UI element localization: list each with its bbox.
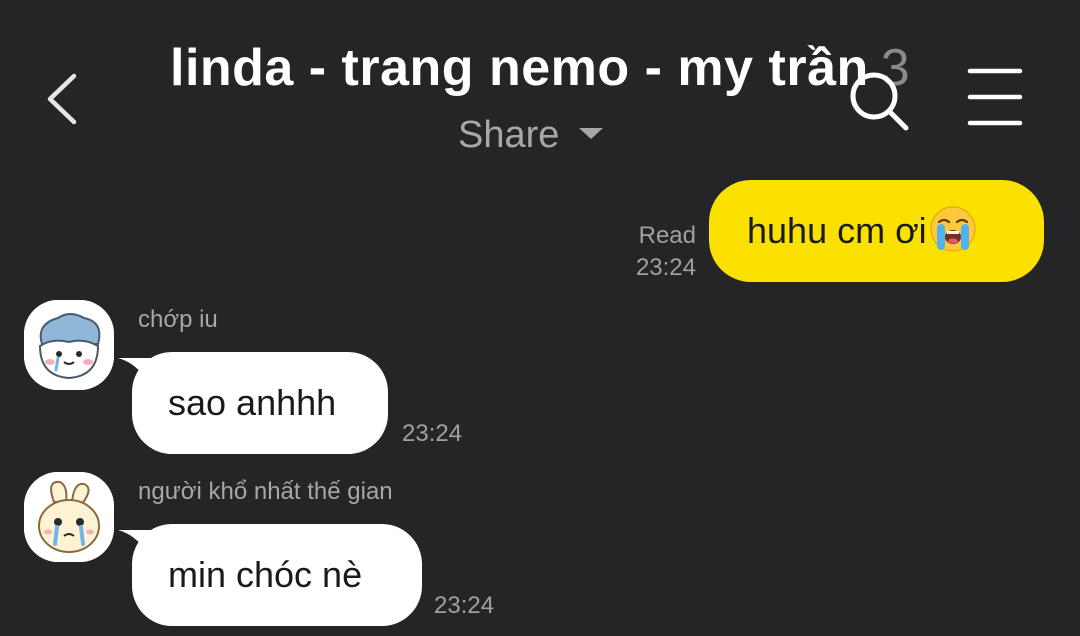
chat-screen: linda - trang nemo - my trần 3 Share Read… [0, 0, 1080, 636]
outgoing-message-bubble[interactable]: huhu cm ơi [709, 180, 1044, 282]
chat-title: linda - trang nemo - my trần 3 [170, 38, 910, 98]
search-icon [850, 72, 909, 131]
avatar-nguoi-kho-nhat-the-gian[interactable] [24, 472, 114, 562]
search-button[interactable] [846, 68, 912, 134]
message-text: huhu cm ơi [747, 210, 927, 251]
share-label: Share [458, 114, 560, 156]
cartoon-avatar-icon [24, 472, 114, 562]
message-time: 23:24 [434, 592, 495, 619]
sender-name: người khổ nhất thế gian [138, 478, 393, 505]
incoming-message-bubble[interactable]: min chóc nè [118, 524, 422, 626]
cartoon-avatar-icon [24, 300, 114, 390]
bubble-tail [118, 530, 158, 560]
message-time: 23:24 [635, 254, 696, 281]
read-status: Read [638, 222, 696, 249]
sender-name: chớp iu [138, 306, 218, 333]
menu-button[interactable] [966, 66, 1024, 128]
bubble-tail [118, 358, 158, 388]
message-text: min chóc nè [168, 554, 363, 595]
outgoing-message-meta: Read 23:24 [636, 220, 696, 284]
chat-title-text: linda - trang nemo - my trần [170, 39, 869, 97]
message-text: sao anhhh [168, 382, 337, 423]
avatar-chop-iu[interactable] [24, 300, 114, 390]
message-time: 23:24 [402, 420, 463, 447]
chevron-left-icon [47, 73, 77, 125]
share-dropdown[interactable]: Share [458, 114, 604, 157]
loudly-crying-face-icon [930, 206, 976, 252]
back-button[interactable] [40, 64, 90, 134]
hamburger-menu-icon [967, 68, 1023, 126]
caret-down-icon [579, 128, 604, 140]
incoming-message-bubble[interactable]: sao anhhh [118, 352, 388, 454]
